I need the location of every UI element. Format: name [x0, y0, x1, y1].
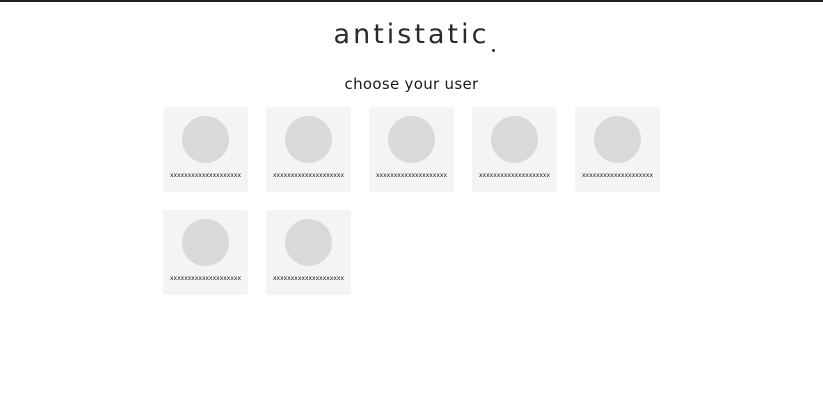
avatar	[491, 116, 538, 163]
user-card[interactable]: xxxxxxxxxxxxxxxxxxxx	[266, 107, 351, 192]
user-card[interactable]: xxxxxxxxxxxxxxxxxxxx	[266, 210, 351, 295]
user-name: xxxxxxxxxxxxxxxxxxxx	[272, 172, 344, 179]
user-name: xxxxxxxxxxxxxxxxxxxx	[169, 172, 241, 179]
avatar	[182, 116, 229, 163]
logo-text: antistatic	[333, 18, 490, 50]
user-name: xxxxxxxxxxxxxxxxxxxx	[169, 275, 241, 282]
user-name: xxxxxxxxxxxxxxxxxxxx	[375, 172, 447, 179]
user-card[interactable]: xxxxxxxxxxxxxxxxxxxx	[163, 107, 248, 192]
user-name: xxxxxxxxxxxxxxxxxxxx	[272, 275, 344, 282]
user-name: xxxxxxxxxxxxxxxxxxxx	[581, 172, 653, 179]
avatar	[285, 219, 332, 266]
user-card[interactable]: xxxxxxxxxxxxxxxxxxxx	[369, 107, 454, 192]
header: antistatic	[0, 16, 823, 52]
user-name: xxxxxxxxxxxxxxxxxxxx	[478, 172, 550, 179]
avatar	[182, 219, 229, 266]
logo: antistatic	[333, 18, 496, 52]
user-card[interactable]: xxxxxxxxxxxxxxxxxxxx	[472, 107, 557, 192]
user-grid: xxxxxxxxxxxxxxxxxxxx xxxxxxxxxxxxxxxxxxx…	[163, 107, 663, 295]
page-title: choose your user	[344, 75, 479, 93]
top-border	[0, 0, 823, 2]
avatar	[285, 116, 332, 163]
logo-dot	[492, 48, 496, 52]
user-card[interactable]: xxxxxxxxxxxxxxxxxxxx	[163, 210, 248, 295]
user-card[interactable]: xxxxxxxxxxxxxxxxxxxx	[575, 107, 660, 192]
avatar	[594, 116, 641, 163]
avatar	[388, 116, 435, 163]
